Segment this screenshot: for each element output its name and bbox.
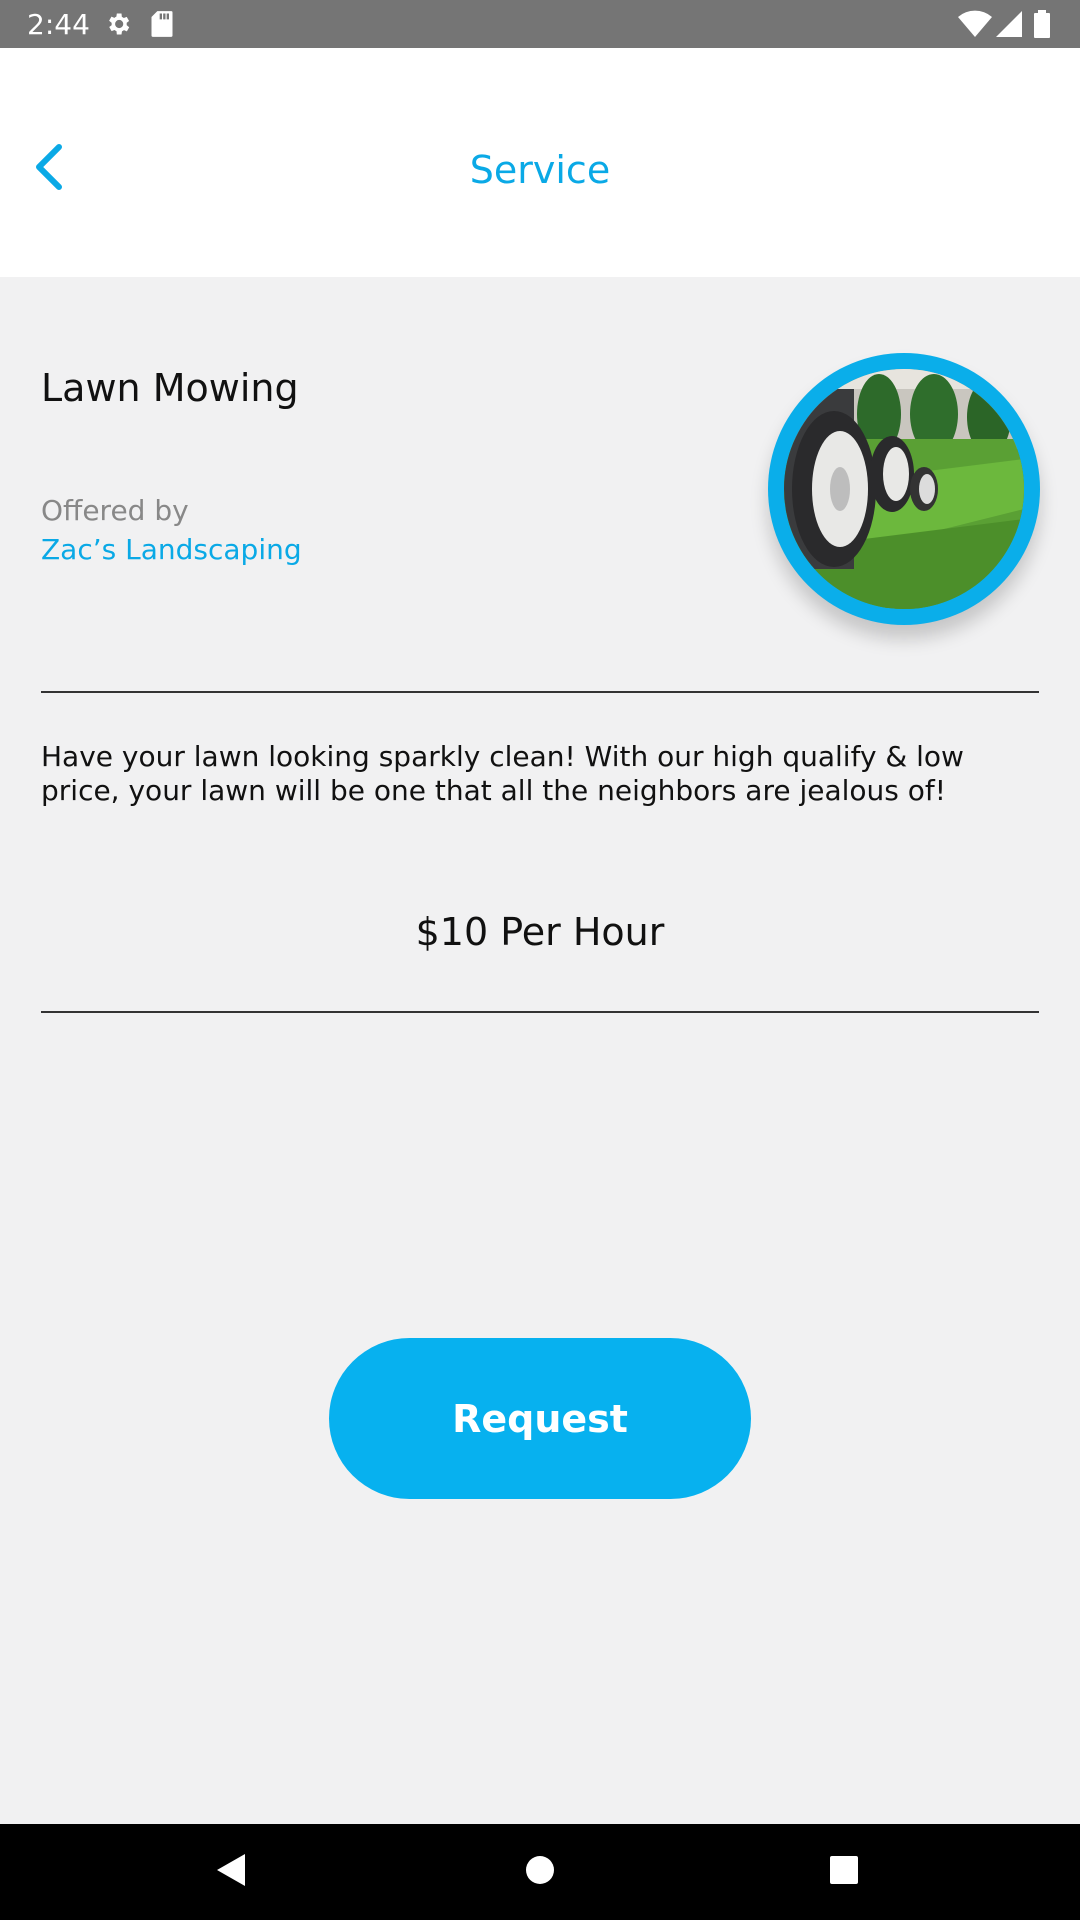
service-screen: 2:44 Service Lawn Mowing Offered by Zac’… — [0, 0, 1080, 1920]
service-description: Have your lawn looking sparkly clean! Wi… — [41, 740, 964, 807]
wifi-icon — [958, 10, 992, 43]
divider-top — [41, 691, 1039, 693]
recents-square-icon — [829, 1855, 859, 1890]
sd-card-icon — [150, 10, 174, 43]
lawn-mower-photo — [784, 369, 1024, 609]
page-title: Service — [469, 148, 611, 192]
navigation-bar — [0, 1824, 1080, 1920]
provider-link[interactable]: Zac’s Landscaping — [41, 533, 302, 566]
home-circle-icon — [524, 1854, 556, 1891]
nav-home-button[interactable] — [480, 1824, 600, 1920]
offered-by-label: Offered by — [41, 494, 189, 527]
service-image — [768, 353, 1040, 625]
app-header: Service — [0, 48, 1080, 277]
nav-recents-button[interactable] — [784, 1824, 904, 1920]
signal-icon — [996, 10, 1022, 43]
divider-bottom — [41, 1011, 1039, 1013]
back-triangle-icon — [215, 1852, 249, 1893]
battery-icon — [1034, 10, 1050, 43]
service-name: Lawn Mowing — [41, 366, 299, 410]
status-time: 2:44 — [27, 8, 90, 41]
status-bar: 2:44 — [0, 0, 1080, 48]
gear-icon — [104, 10, 132, 43]
service-price: $10 Per Hour — [415, 910, 665, 954]
nav-back-button[interactable] — [172, 1824, 292, 1920]
request-button[interactable]: Request — [329, 1338, 751, 1499]
